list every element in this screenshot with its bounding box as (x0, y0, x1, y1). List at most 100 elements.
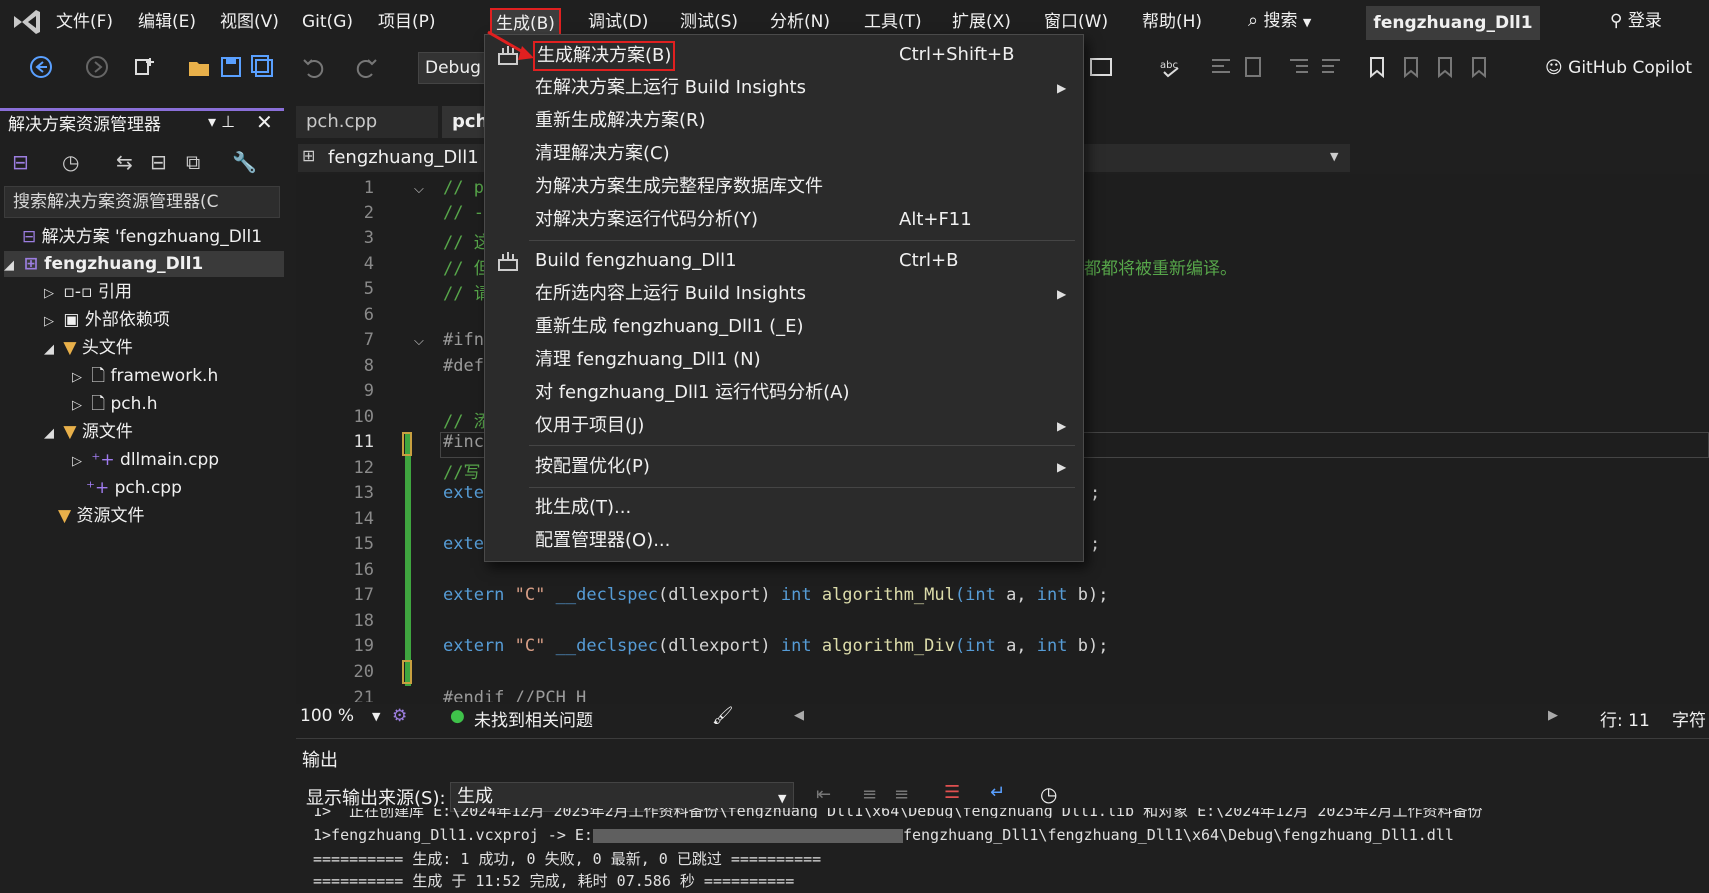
undo-icon[interactable] (300, 54, 326, 80)
forward-icon[interactable] (84, 54, 110, 80)
menu-item-build-insights-selection[interactable]: 在所选内容上运行 Build Insights ▶ (485, 278, 1085, 310)
intellicode-icon[interactable]: ⚙ (392, 706, 407, 726)
tree-file-dllmain-cpp[interactable]: ▷ ⁺+ dllmain.cpp (72, 447, 219, 473)
code-line: exte (443, 483, 484, 503)
timestamp-icon[interactable]: ◷ (1040, 782, 1057, 806)
code-line: #inc (443, 432, 484, 452)
issues-status[interactable]: 未找到相关问题 (474, 706, 593, 731)
menu-edit[interactable]: 编辑(E) (134, 8, 200, 36)
indent-icon[interactable] (1286, 54, 1312, 80)
scroll-right-icon[interactable]: ▶ (1548, 708, 1558, 723)
tree-file-pch-h[interactable]: ▷ 🗋 pch.h (72, 391, 158, 417)
menu-window[interactable]: 窗口(W) (1040, 8, 1112, 36)
search-box[interactable]: ⌕ 搜索 ▼ (1248, 6, 1311, 36)
solution-search-input[interactable]: 搜索解决方案资源管理器(C (4, 186, 280, 218)
code-line-tail: ; (1090, 534, 1101, 554)
word-wrap-icon[interactable]: ↵ (990, 782, 1005, 803)
menu-item-clean-solution[interactable]: 清理解决方案(C) (485, 138, 1085, 170)
submenu-arrow-icon: ▶ (1057, 460, 1067, 474)
menu-item-pgo[interactable]: 按配置优化(P) ▶ (485, 451, 1085, 483)
menu-item-build-project[interactable]: Build fengzhuang_Dll1 Ctrl+B (485, 245, 1085, 277)
tree-solution[interactable]: ⊟ 解决方案 'fengzhuang_Dll1 (22, 224, 262, 250)
uncomment-icon[interactable] (1240, 54, 1266, 80)
tab-pch-h[interactable]: pch (442, 106, 488, 138)
menu-extensions[interactable]: 扩展(X) (948, 8, 1015, 36)
menu-git[interactable]: Git(G) (298, 8, 357, 36)
menu-item-rebuild-project[interactable]: 重新生成 fengzhuang_Dll1 (_E) (485, 311, 1085, 343)
menu-test[interactable]: 测试(S) (676, 8, 742, 36)
clear-all-icon[interactable]: ☰ (944, 782, 960, 803)
collapse-all-icon[interactable]: ⊟ (150, 150, 167, 174)
next-bookmark-icon[interactable] (1432, 54, 1458, 80)
menu-item-build-solution[interactable]: 生成解决方案(B) Ctrl+Shift+B (485, 39, 1085, 71)
sync-icon[interactable]: ⇆ (116, 150, 133, 174)
prev-message-icon[interactable]: ≡ (862, 784, 877, 805)
solution-config-select[interactable]: Debug (418, 52, 488, 84)
save-all-icon[interactable] (250, 54, 276, 80)
menu-tools[interactable]: 工具(T) (860, 8, 926, 36)
save-icon[interactable] (218, 54, 244, 80)
vs-solution-icon[interactable]: ⊟ (12, 150, 29, 174)
redo-icon[interactable] (354, 54, 380, 80)
tree-headers[interactable]: ◢ ▼ 头文件 (44, 335, 133, 361)
back-icon[interactable] (28, 54, 54, 80)
next-message-icon[interactable]: ≡ (894, 784, 909, 805)
tree-label: 引用 (98, 282, 132, 302)
github-copilot-button[interactable]: ☺ GitHub Copilot (1545, 52, 1692, 84)
chevron-down-icon[interactable]: ▼ (372, 710, 380, 723)
line-indicator[interactable]: 行: 11 (1600, 706, 1650, 731)
tree-file-framework-h[interactable]: ▷ 🗋 framework.h (72, 363, 218, 389)
tree-references[interactable]: ▷ ▫-▫ 引用 (44, 279, 132, 305)
outdent-icon[interactable] (1318, 54, 1344, 80)
spell-check-icon[interactable]: abc (1158, 54, 1184, 80)
menu-file[interactable]: 文件(F) (52, 8, 117, 36)
window-layout-icon[interactable] (1088, 54, 1114, 80)
menu-item-code-analysis-project[interactable]: 对 fengzhuang_Dll1 运行代码分析(A) (485, 377, 1085, 409)
tree-project[interactable]: ◢ ⊞ fengzhuang_Dll1 (4, 251, 284, 277)
output-line: ========== 生成 于 11:52 完成, 耗时 07.586 秒 ==… (313, 872, 795, 890)
menu-item-rebuild-solution[interactable]: 重新生成解决方案(R) (485, 105, 1085, 137)
pin-icon[interactable]: ▾ ⊥ (208, 112, 235, 131)
scroll-left-icon[interactable]: ◀ (794, 708, 804, 723)
menu-item-generate-pdb[interactable]: 为解决方案生成完整程序数据库文件 (485, 171, 1085, 203)
show-all-files-icon[interactable]: ⧉ (186, 150, 200, 174)
menu-item-code-analysis-solution[interactable]: 对解决方案运行代码分析(Y) Alt+F11 (485, 204, 1085, 236)
cleanup-icon[interactable]: 🖌 (712, 706, 734, 726)
menu-item-batch-build[interactable]: 批生成(T)... (485, 492, 1085, 524)
properties-icon[interactable]: 🔧 (232, 150, 257, 174)
prev-bookmark-icon[interactable] (1398, 54, 1424, 80)
menu-item-clean-project[interactable]: 清理 fengzhuang_Dll1 (N) (485, 344, 1085, 376)
tree-external-deps[interactable]: ▷ ▣ 外部依赖项 (44, 307, 170, 333)
menu-debug[interactable]: 调试(D) (584, 8, 652, 36)
chevron-down-icon[interactable]: ▼ (1330, 150, 1338, 163)
menu-project[interactable]: 项目(P) (374, 8, 440, 36)
menu-item-build-insights-solution[interactable]: 在解决方案上运行 Build Insights ▶ (485, 72, 1085, 104)
tree-file-pch-cpp[interactable]: ⁺+ pch.cpp (86, 475, 182, 501)
menu-analyze[interactable]: 分析(N) (766, 8, 834, 36)
fold-toggle-icon[interactable]: ⌵ (414, 182, 424, 197)
comment-icon[interactable] (1208, 54, 1234, 80)
clear-bookmarks-icon[interactable] (1466, 54, 1492, 80)
chevron-down-icon[interactable]: ▼ (778, 792, 786, 805)
bookmark-icon[interactable] (1364, 54, 1390, 80)
zoom-select[interactable]: 100 % (300, 706, 354, 726)
menu-view[interactable]: 视图(V) (216, 8, 283, 36)
menu-help[interactable]: 帮助(H) (1138, 8, 1206, 36)
menu-item-project-only[interactable]: 仅用于项目(J) ▶ (485, 410, 1085, 442)
history-icon[interactable]: ◷ (62, 150, 79, 174)
login-button[interactable]: ⚲ 登录 (1610, 6, 1662, 36)
line-number: 13 (353, 483, 374, 503)
tree-resources[interactable]: ▼ 资源文件 (58, 503, 144, 529)
menu-item-config-manager[interactable]: 配置管理器(O)... (485, 525, 1085, 557)
visual-studio-logo-icon[interactable] (10, 6, 44, 38)
expanded-arrow-icon: ◢ (44, 342, 54, 357)
tab-pch-cpp[interactable]: pch.cpp (296, 106, 438, 138)
new-project-icon[interactable] (132, 54, 158, 80)
fold-toggle-icon[interactable]: ⌵ (414, 334, 424, 349)
find-message-icon[interactable]: ⇤ (816, 784, 831, 805)
char-indicator[interactable]: 字符 (1672, 706, 1709, 731)
tree-sources[interactable]: ◢ ▼ 源文件 (44, 419, 133, 445)
open-folder-icon[interactable] (186, 54, 212, 80)
close-icon[interactable]: ✕ (256, 110, 273, 134)
line-number: 2 (363, 203, 374, 223)
